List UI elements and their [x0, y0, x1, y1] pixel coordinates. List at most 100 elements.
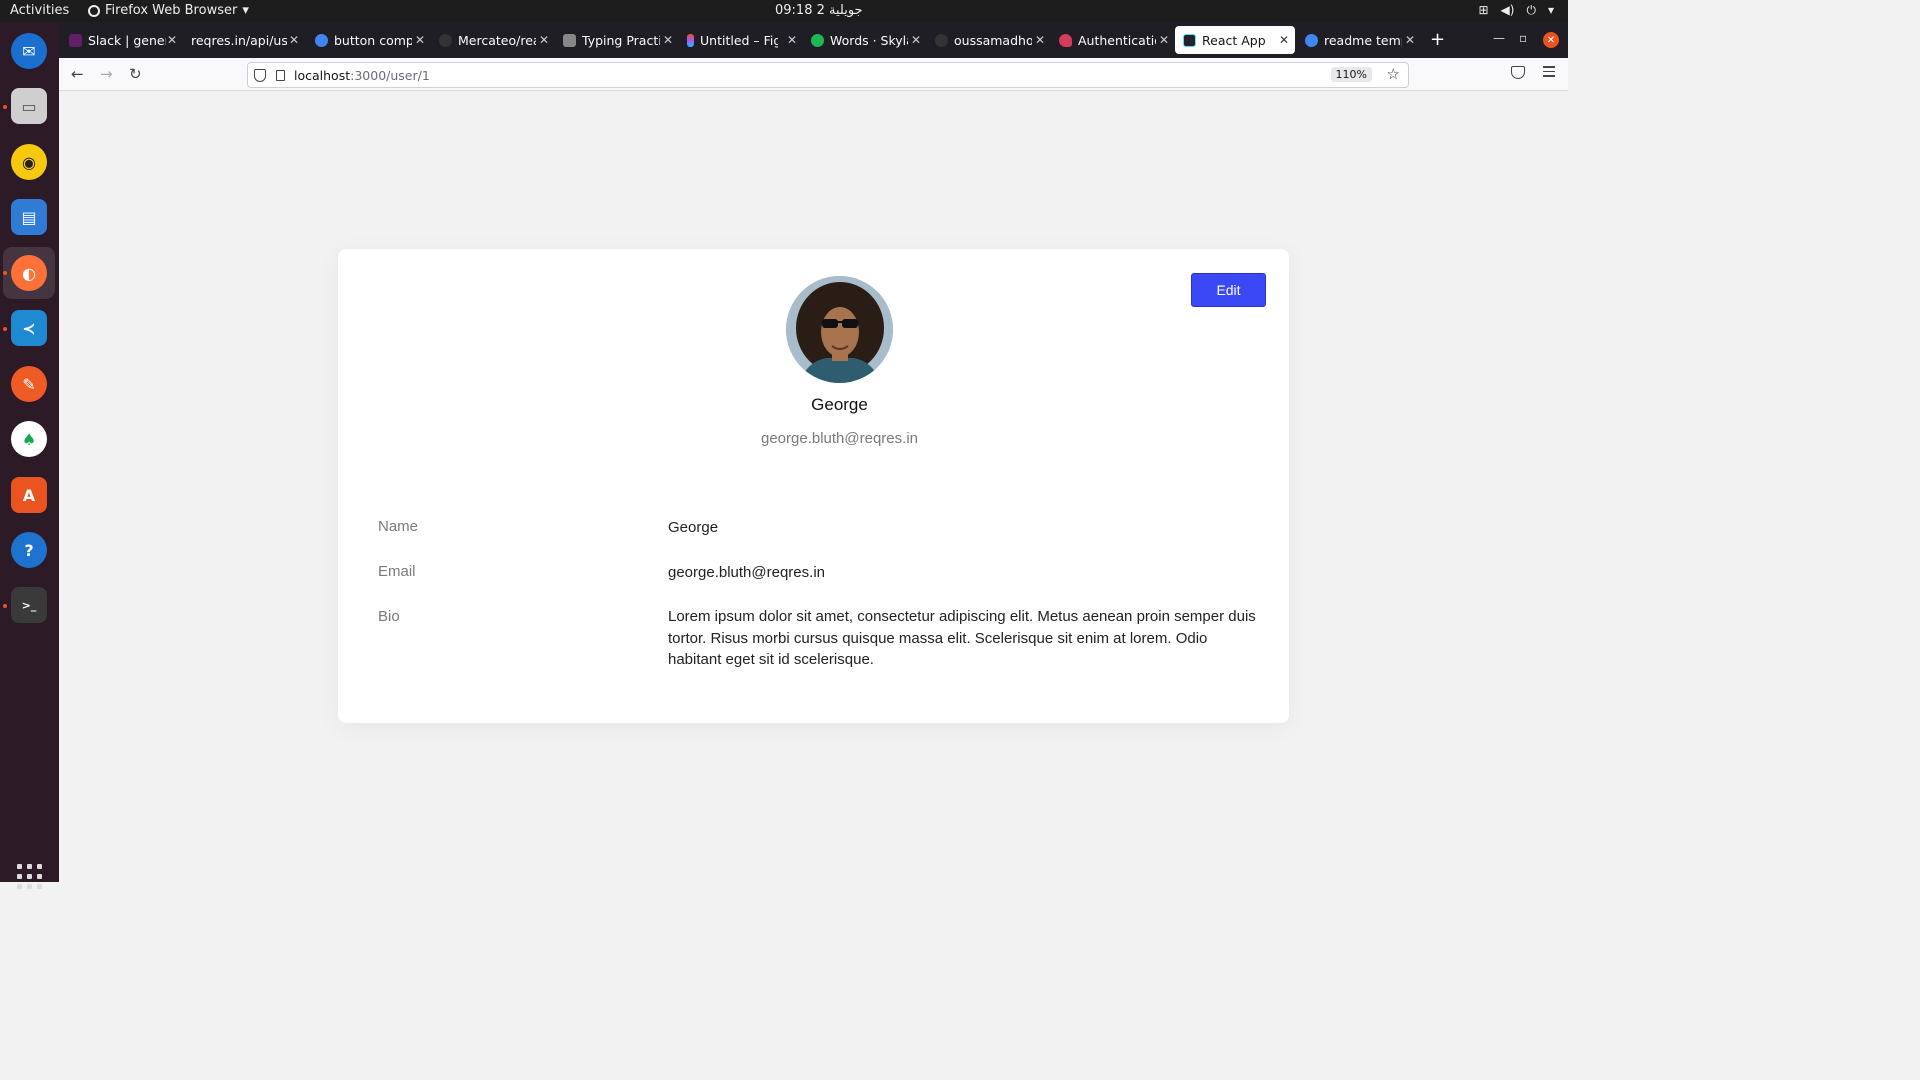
page-info-icon[interactable]	[276, 69, 285, 81]
dock: ✉ ▭ ◉ ▤ ◐ ≺ ✎ ♠ A ? >_	[0, 22, 59, 889]
tab-label: oussamadhouib	[954, 32, 1032, 48]
chevron-down-icon: ▾	[242, 3, 249, 18]
postman-launcher[interactable]: ✎	[8, 363, 50, 405]
software-launcher[interactable]: A	[8, 474, 50, 516]
close-icon[interactable]: ✕	[539, 33, 549, 47]
running-indicator	[3, 604, 7, 608]
tab-button-component[interactable]: button component ✕	[307, 26, 431, 54]
software-store-icon: A	[11, 477, 47, 513]
email-row-value: george.bluth@reqres.in	[668, 564, 825, 581]
close-icon[interactable]: ✕	[1405, 33, 1415, 47]
tab-mercateo[interactable]: Mercateo/react ✕	[431, 26, 555, 54]
tab-slack[interactable]: Slack | general ✕	[61, 26, 183, 54]
app-menu[interactable]: Firefox Web Browser ▾	[88, 3, 249, 18]
tab-label: button component	[334, 32, 412, 48]
running-indicator	[3, 327, 7, 331]
thunderbird-launcher[interactable]: ✉	[8, 30, 50, 72]
bookmark-star-icon[interactable]: ☆	[1387, 65, 1400, 83]
show-applications-icon[interactable]	[17, 864, 42, 889]
bio-row-value: Lorem ipsum dolor sit amet, consectetur …	[668, 608, 1256, 668]
tab-authentication[interactable]: Authentication ✕	[1051, 26, 1175, 54]
tab-readme-template[interactable]: readme template ✕	[1297, 26, 1421, 54]
activities-button[interactable]: Activities	[10, 3, 69, 18]
bio-row-label: Bio	[378, 608, 400, 625]
name-row-value: George	[668, 519, 719, 536]
rhythmbox-launcher[interactable]: ◉	[8, 141, 50, 183]
files-icon: ▭	[11, 88, 47, 124]
mongodb-compass-launcher[interactable]: ♠	[8, 418, 50, 460]
minimize-icon[interactable]: —	[1493, 31, 1505, 45]
close-icon[interactable]: ✕	[663, 33, 673, 47]
hamburger-menu-icon[interactable]	[1543, 66, 1555, 80]
tab-github-profile[interactable]: oussamadhouib ✕	[927, 26, 1051, 54]
github-icon	[439, 33, 452, 47]
restore-icon[interactable]: ▫	[1519, 31, 1527, 45]
url-path: :3000/user/1	[350, 67, 430, 83]
nestjs-icon	[1059, 33, 1072, 47]
forward-arrow-icon[interactable]: →	[100, 65, 113, 83]
close-icon[interactable]: ✕	[1035, 33, 1045, 47]
system-top-bar: Activities Firefox Web Browser ▾ 09:18 2…	[0, 0, 1568, 22]
close-icon[interactable]: ✕	[289, 33, 299, 47]
tab-label: React App	[1202, 32, 1266, 48]
help-icon: ?	[11, 532, 47, 568]
tab-typing-practice[interactable]: Typing Practice ✕	[555, 26, 679, 54]
google-icon	[1305, 33, 1318, 47]
tab-label: reqres.in/api/users	[191, 32, 287, 48]
close-icon[interactable]: ✕	[911, 33, 921, 47]
system-tray[interactable]: ⊞ ◀) ⏻ ▾	[1478, 3, 1554, 18]
chevron-down-icon: ▾	[1547, 3, 1554, 17]
spotify-icon	[811, 33, 824, 47]
tab-label: Typing Practice	[582, 32, 660, 48]
running-indicator	[3, 271, 7, 275]
close-window-icon[interactable]: ✕	[1543, 32, 1559, 48]
user-profile-card: Edit George george.bluth@reqres.in Name …	[338, 249, 1289, 723]
tab-react-app[interactable]: React App ✕	[1175, 26, 1295, 54]
figma-icon	[687, 33, 694, 47]
new-tab-icon[interactable]: +	[1430, 29, 1445, 50]
avatar	[786, 276, 893, 383]
close-icon[interactable]: ✕	[415, 33, 425, 47]
thunderbird-icon: ✉	[11, 33, 47, 69]
github-icon	[935, 33, 948, 47]
terminal-launcher[interactable]: >_	[8, 584, 50, 626]
close-icon[interactable]: ✕	[787, 33, 797, 47]
files-launcher[interactable]: ▭	[8, 85, 50, 127]
vscode-launcher[interactable]: ≺	[8, 307, 50, 349]
help-launcher[interactable]: ?	[8, 529, 50, 571]
clock[interactable]: 09:18 2 جويلية	[775, 3, 863, 18]
google-icon	[315, 33, 328, 47]
email-row-label: Email	[378, 563, 416, 580]
name-row-label: Name	[378, 518, 419, 535]
url-text[interactable]: localhost:3000/user/1	[294, 68, 430, 83]
profile-name: George	[811, 395, 868, 414]
rhythmbox-icon: ◉	[11, 144, 47, 180]
vscode-icon: ≺	[11, 310, 47, 346]
reload-icon[interactable]: ↻	[129, 65, 142, 83]
close-icon[interactable]: ✕	[1159, 33, 1169, 47]
close-icon[interactable]: ✕	[167, 33, 177, 47]
zoom-level-badge[interactable]: 110%	[1330, 67, 1372, 82]
tab-label: Words · Skylar	[830, 32, 908, 48]
url-host: localhost	[294, 67, 351, 83]
edit-button[interactable]: Edit	[1191, 273, 1266, 307]
writer-launcher[interactable]: ▤	[8, 196, 50, 238]
tab-figma[interactable]: Untitled – Figma ✕	[679, 26, 803, 54]
slack-icon	[69, 33, 82, 47]
power-icon: ⏻	[1526, 3, 1536, 17]
tab-label: Untitled – Figma	[700, 32, 778, 48]
tab-label: Authentication	[1078, 32, 1156, 48]
running-indicator	[3, 105, 7, 109]
tracking-protection-shield-icon[interactable]	[254, 68, 266, 82]
firefox-icon	[88, 4, 100, 17]
tab-strip: Slack | general ✕ reqres.in/api/users ✕ …	[59, 22, 1568, 58]
url-bar[interactable]: localhost:3000/user/1 110% ☆	[247, 62, 1409, 88]
pocket-icon[interactable]	[1511, 66, 1525, 79]
close-icon[interactable]: ✕	[1279, 33, 1289, 47]
tab-label: Slack | general	[88, 32, 166, 48]
tab-spotify[interactable]: Words · Skylar ✕	[803, 26, 927, 54]
firefox-launcher[interactable]: ◐	[3, 247, 55, 299]
postman-icon: ✎	[11, 366, 47, 402]
back-arrow-icon[interactable]: ←	[71, 65, 84, 83]
tab-reqres-api[interactable]: reqres.in/api/users ✕	[183, 26, 305, 54]
